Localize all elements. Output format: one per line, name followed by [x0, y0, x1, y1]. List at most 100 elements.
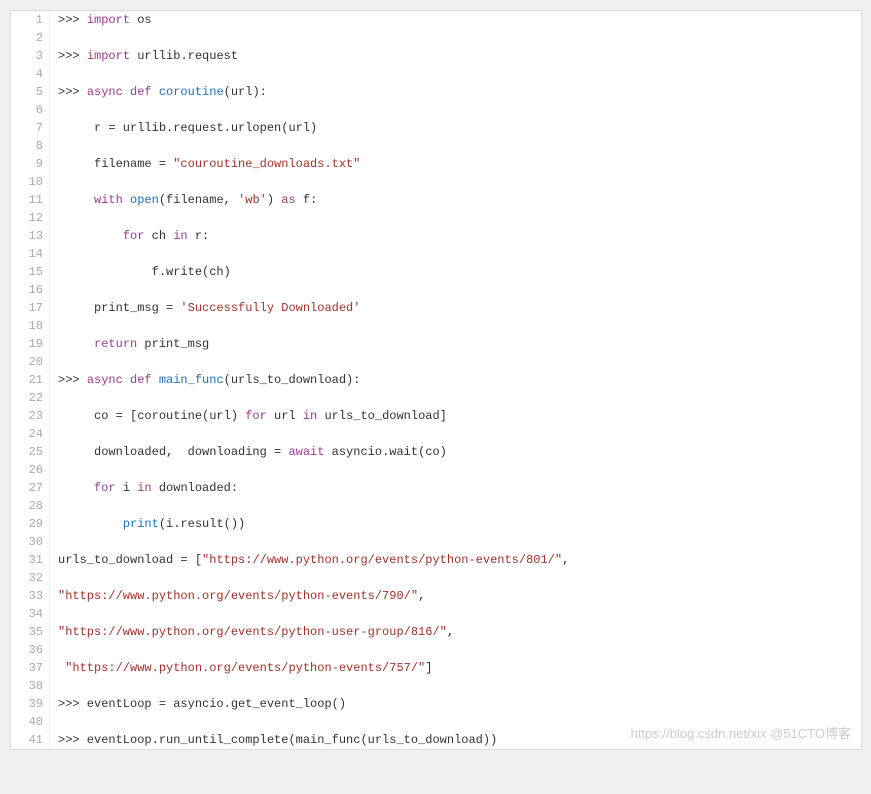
line-number: 13 [11, 227, 50, 245]
token: >>> [58, 85, 87, 99]
code-line: 14 [11, 245, 861, 263]
code-content [50, 461, 58, 479]
code-line: 10 [11, 173, 861, 191]
code-content: downloaded, downloading = await asyncio.… [50, 443, 447, 461]
code-line: 7 r = urllib.request.urlopen(url) [11, 119, 861, 137]
code-content [50, 569, 58, 587]
code-line: 19 return print_msg [11, 335, 861, 353]
code-content [50, 137, 58, 155]
code-line: 11 with open(filename, 'wb') as f: [11, 191, 861, 209]
token: , [418, 589, 425, 603]
code-content [50, 317, 58, 335]
code-content: >>> import urllib.request [50, 47, 238, 65]
code-content [50, 245, 58, 263]
code-content: for i in downloaded: [50, 479, 238, 497]
line-number: 28 [11, 497, 50, 515]
code-content [50, 29, 58, 47]
code-line: 28 [11, 497, 861, 515]
code-line: 25 downloaded, downloading = await async… [11, 443, 861, 461]
token: 'Successfully Downloaded' [180, 301, 360, 315]
code-line: 16 [11, 281, 861, 299]
code-content: return print_msg [50, 335, 209, 353]
code-content [50, 497, 58, 515]
code-line: 26 [11, 461, 861, 479]
token: urllib.request [130, 49, 238, 63]
token: await [288, 445, 324, 459]
line-number: 23 [11, 407, 50, 425]
code-content: for ch in r: [50, 227, 209, 245]
token: r = urllib.request.urlopen(url) [58, 121, 317, 135]
token: (urls_to_download): [224, 373, 361, 387]
code-line: 13 for ch in r: [11, 227, 861, 245]
code-content [50, 641, 58, 659]
code-line: 35"https://www.python.org/events/python-… [11, 623, 861, 641]
token [58, 481, 94, 495]
code-content: >>> import os [50, 11, 152, 29]
code-line: 15 f.write(ch) [11, 263, 861, 281]
code-content [50, 353, 58, 371]
code-line: 29 print(i.result()) [11, 515, 861, 533]
token: urls_to_download = [ [58, 553, 202, 567]
token: url [267, 409, 303, 423]
code-content: urls_to_download = ["https://www.python.… [50, 551, 569, 569]
code-line: 24 [11, 425, 861, 443]
code-line: 17 print_msg = 'Successfully Downloaded' [11, 299, 861, 317]
watermark-text: https://blog.csdn.net/xix @51CTO博客 [631, 725, 851, 743]
token: in [137, 481, 151, 495]
line-number: 34 [11, 605, 50, 623]
token [58, 193, 94, 207]
line-number: 15 [11, 263, 50, 281]
token [58, 337, 94, 351]
line-number: 21 [11, 371, 50, 389]
code-content: >>> async def coroutine(url): [50, 83, 267, 101]
line-number: 41 [11, 731, 50, 749]
token: print_msg = [58, 301, 180, 315]
code-content: r = urllib.request.urlopen(url) [50, 119, 317, 137]
code-content: f.write(ch) [50, 263, 231, 281]
code-line: 12 [11, 209, 861, 227]
token: print_msg [137, 337, 209, 351]
line-number: 16 [11, 281, 50, 299]
line-number: 33 [11, 587, 50, 605]
code-line: 3>>> import urllib.request [11, 47, 861, 65]
code-content: >>> async def main_func(urls_to_download… [50, 371, 360, 389]
code-content: "https://www.python.org/events/python-ev… [50, 659, 432, 677]
line-number: 26 [11, 461, 50, 479]
code-line: 2 [11, 29, 861, 47]
code-line: 23 co = [coroutine(url) for url in urls_… [11, 407, 861, 425]
token: import [87, 49, 130, 63]
token: (filename, [159, 193, 238, 207]
code-line: 4 [11, 65, 861, 83]
token: os [130, 13, 152, 27]
line-number: 14 [11, 245, 50, 263]
line-number: 19 [11, 335, 50, 353]
token: co = [coroutine(url) [58, 409, 245, 423]
token: import [87, 13, 130, 27]
token: for [245, 409, 267, 423]
line-number: 35 [11, 623, 50, 641]
line-number: 31 [11, 551, 50, 569]
token [152, 373, 159, 387]
token: f.write(ch) [58, 265, 231, 279]
line-number: 24 [11, 425, 50, 443]
token: as [281, 193, 295, 207]
token: for [123, 229, 145, 243]
line-number: 10 [11, 173, 50, 191]
line-number: 3 [11, 47, 50, 65]
line-number: 5 [11, 83, 50, 101]
code-line: 22 [11, 389, 861, 407]
code-content [50, 65, 58, 83]
code-content [50, 281, 58, 299]
token: open [130, 193, 159, 207]
code-content: print_msg = 'Successfully Downloaded' [50, 299, 360, 317]
code-content [50, 101, 58, 119]
line-number: 4 [11, 65, 50, 83]
code-line: 31urls_to_download = ["https://www.pytho… [11, 551, 861, 569]
code-content: filename = "couroutine_downloads.txt" [50, 155, 360, 173]
code-content: "https://www.python.org/events/python-ev… [50, 587, 425, 605]
token: downloaded, downloading = [58, 445, 288, 459]
code-line: 36 [11, 641, 861, 659]
token: asyncio.wait(co) [324, 445, 446, 459]
token: in [173, 229, 187, 243]
token: in [303, 409, 317, 423]
